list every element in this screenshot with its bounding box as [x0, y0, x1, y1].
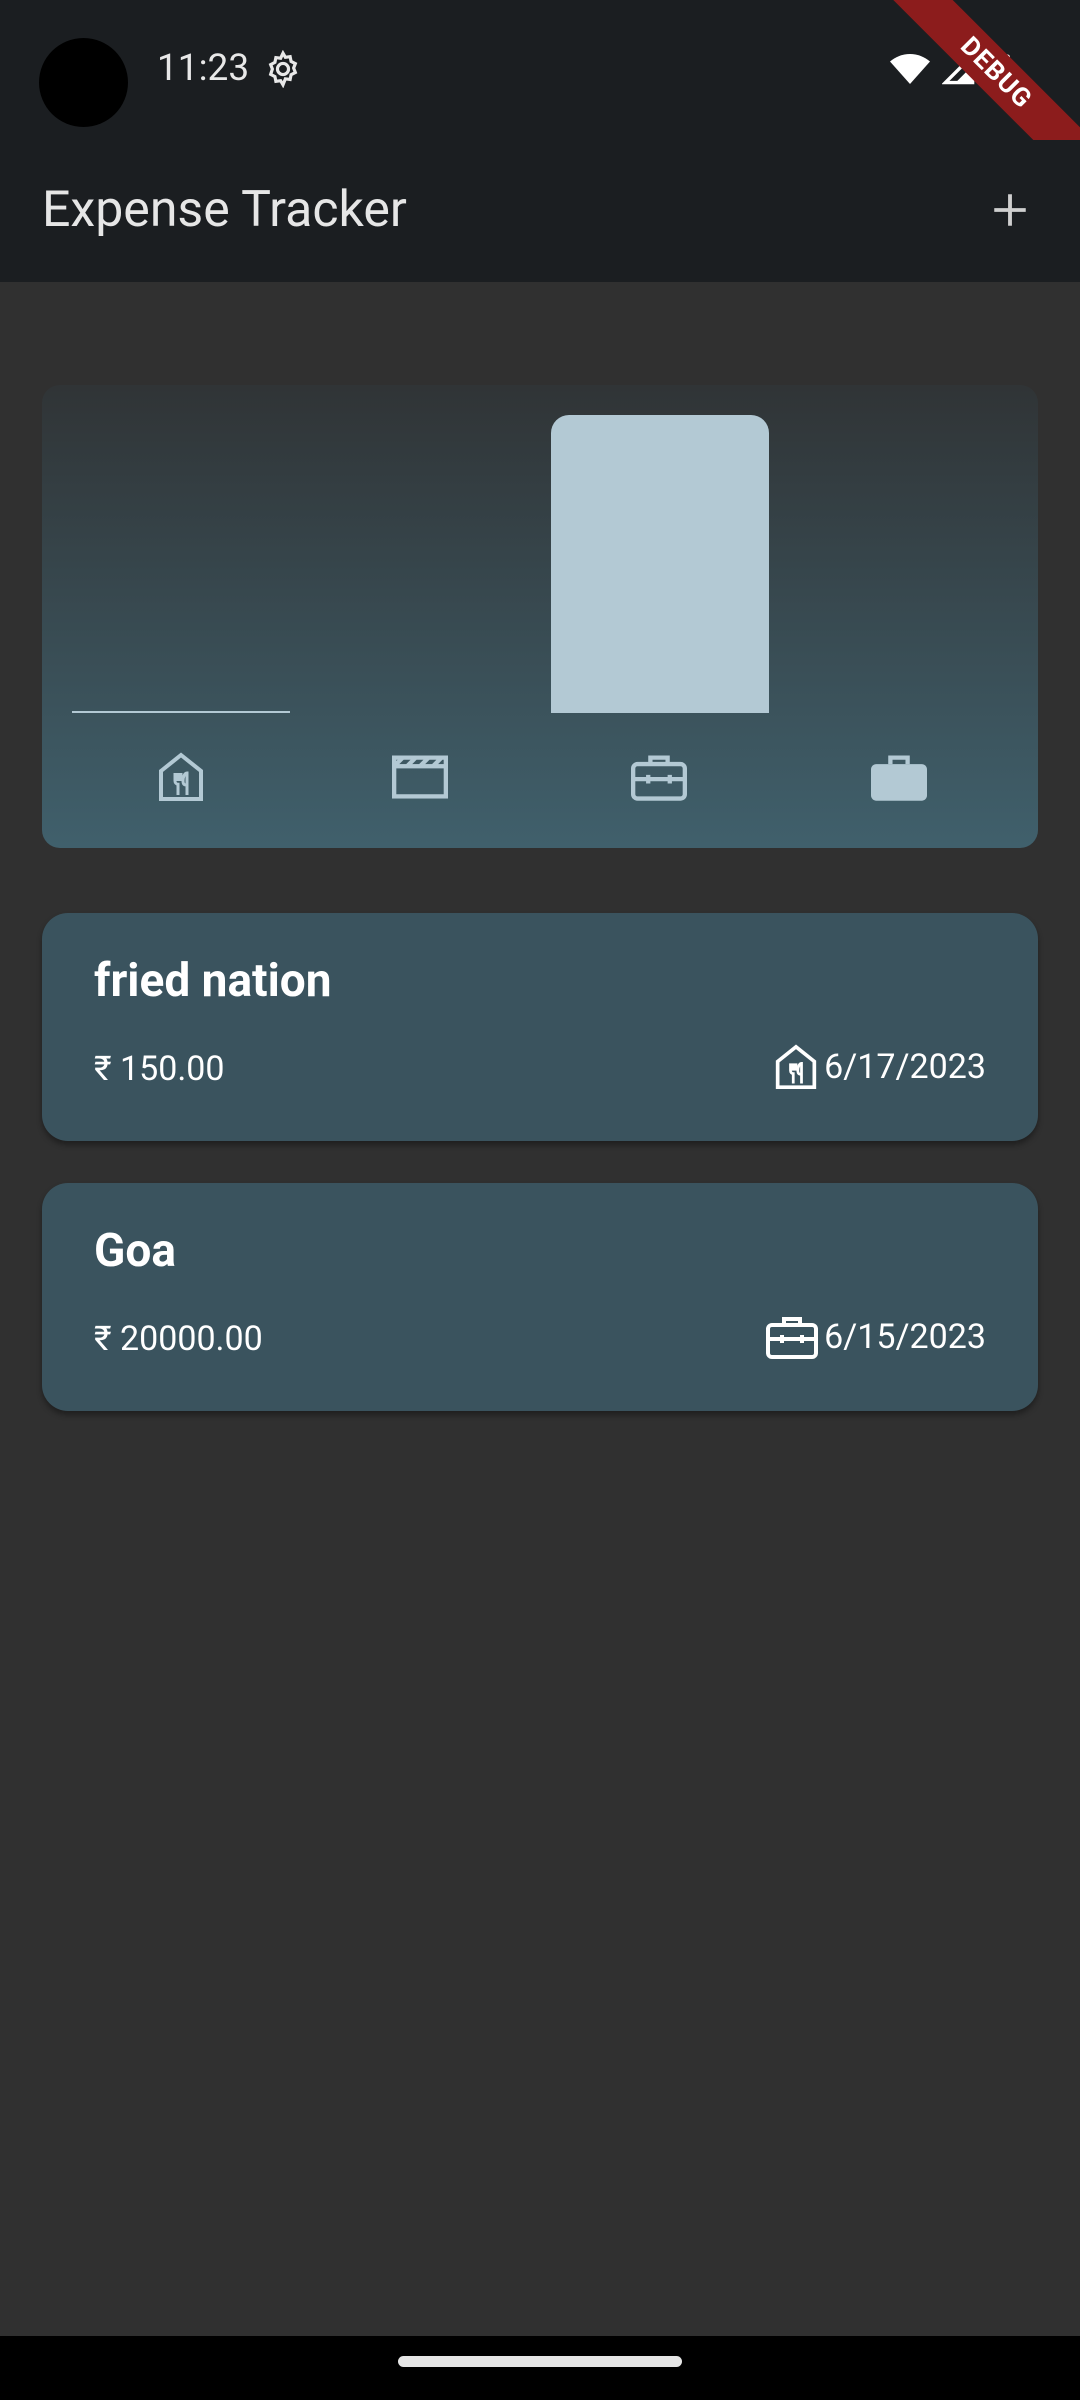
restaurant-icon — [72, 747, 290, 807]
app-bar: Expense Tracker — [0, 140, 1080, 282]
add-icon — [994, 194, 1026, 226]
bar — [550, 415, 769, 713]
navigation-bar — [0, 2336, 1080, 2400]
expense-card[interactable]: Goa ₹ 20000.00 6/15/2023 — [42, 1183, 1038, 1411]
expense-card[interactable]: fried nation ₹ 150.00 6/17/2023 — [42, 913, 1038, 1141]
expense-meta: 6/17/2023 — [774, 1039, 986, 1095]
luggage-icon — [766, 1317, 819, 1359]
expense-date: 6/15/2023 — [824, 1317, 986, 1357]
luggage-icon — [550, 747, 768, 807]
expense-date: 6/17/2023 — [824, 1047, 986, 1087]
chart-bar-work — [790, 415, 1008, 713]
expense-title: Goa — [94, 1224, 176, 1278]
chart-category-icons — [72, 747, 1008, 807]
expense-chart — [42, 385, 1038, 848]
page-title: Expense Tracker — [42, 181, 407, 239]
expense-meta: 6/15/2023 — [766, 1309, 986, 1365]
wifi-icon — [890, 54, 930, 84]
settings-icon — [268, 50, 298, 88]
camera-cutout — [39, 38, 128, 127]
bar — [72, 711, 290, 713]
chart-bar-travel — [550, 415, 769, 713]
restaurant-icon — [776, 1044, 817, 1089]
work-icon — [790, 747, 1008, 807]
status-time: 11:23 — [157, 47, 250, 90]
chart-bar-leisure — [311, 415, 529, 713]
chart-bar-food — [72, 415, 290, 713]
expense-amount: ₹ 20000.00 — [94, 1319, 263, 1359]
expense-title: fried nation — [94, 954, 332, 1008]
movie-icon — [311, 747, 529, 807]
add-expense-button[interactable] — [970, 170, 1050, 250]
home-indicator[interactable] — [398, 2356, 682, 2367]
expense-amount: ₹ 150.00 — [94, 1049, 225, 1089]
chart-bars — [72, 415, 1008, 713]
